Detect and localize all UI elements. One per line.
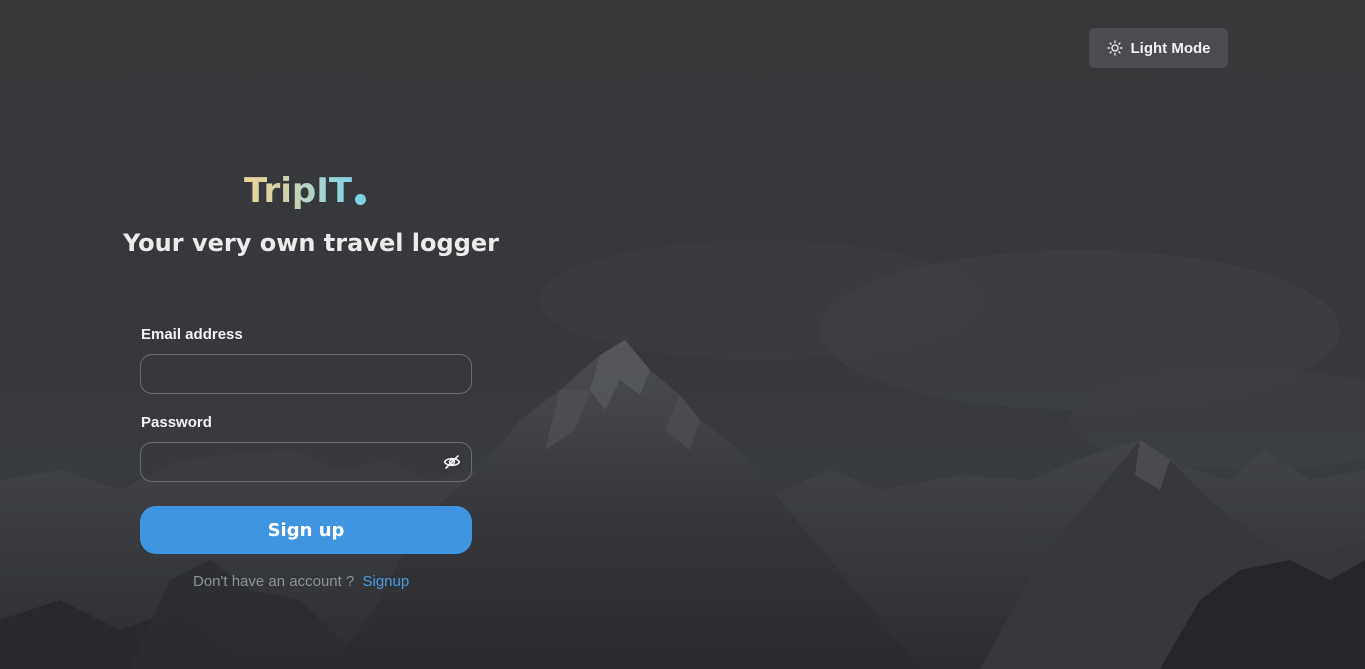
- signup-prompt-text: Don't have an account ?: [193, 573, 355, 590]
- email-label: Email address: [141, 326, 243, 343]
- signup-prompt: Don't have an account ? Signup: [193, 573, 409, 590]
- email-input[interactable]: [140, 354, 472, 394]
- password-input[interactable]: [140, 442, 472, 482]
- page-tagline: Your very own travel logger: [123, 229, 499, 257]
- toggle-password-visibility-button[interactable]: [441, 451, 463, 473]
- light-mode-toggle-label: Light Mode: [1130, 39, 1211, 57]
- brand-dot: [355, 194, 366, 205]
- brand-logo-text: TripIT: [244, 171, 353, 211]
- sign-up-button[interactable]: Sign up: [140, 506, 472, 554]
- password-label: Password: [141, 414, 212, 431]
- signup-link[interactable]: Signup: [362, 573, 409, 590]
- light-mode-toggle-button[interactable]: Light Mode: [1089, 28, 1228, 68]
- sun-icon: [1106, 40, 1123, 56]
- login-page: Light Mode TripIT Your very own travel l…: [0, 0, 1365, 669]
- eye-slash-icon: [443, 455, 461, 469]
